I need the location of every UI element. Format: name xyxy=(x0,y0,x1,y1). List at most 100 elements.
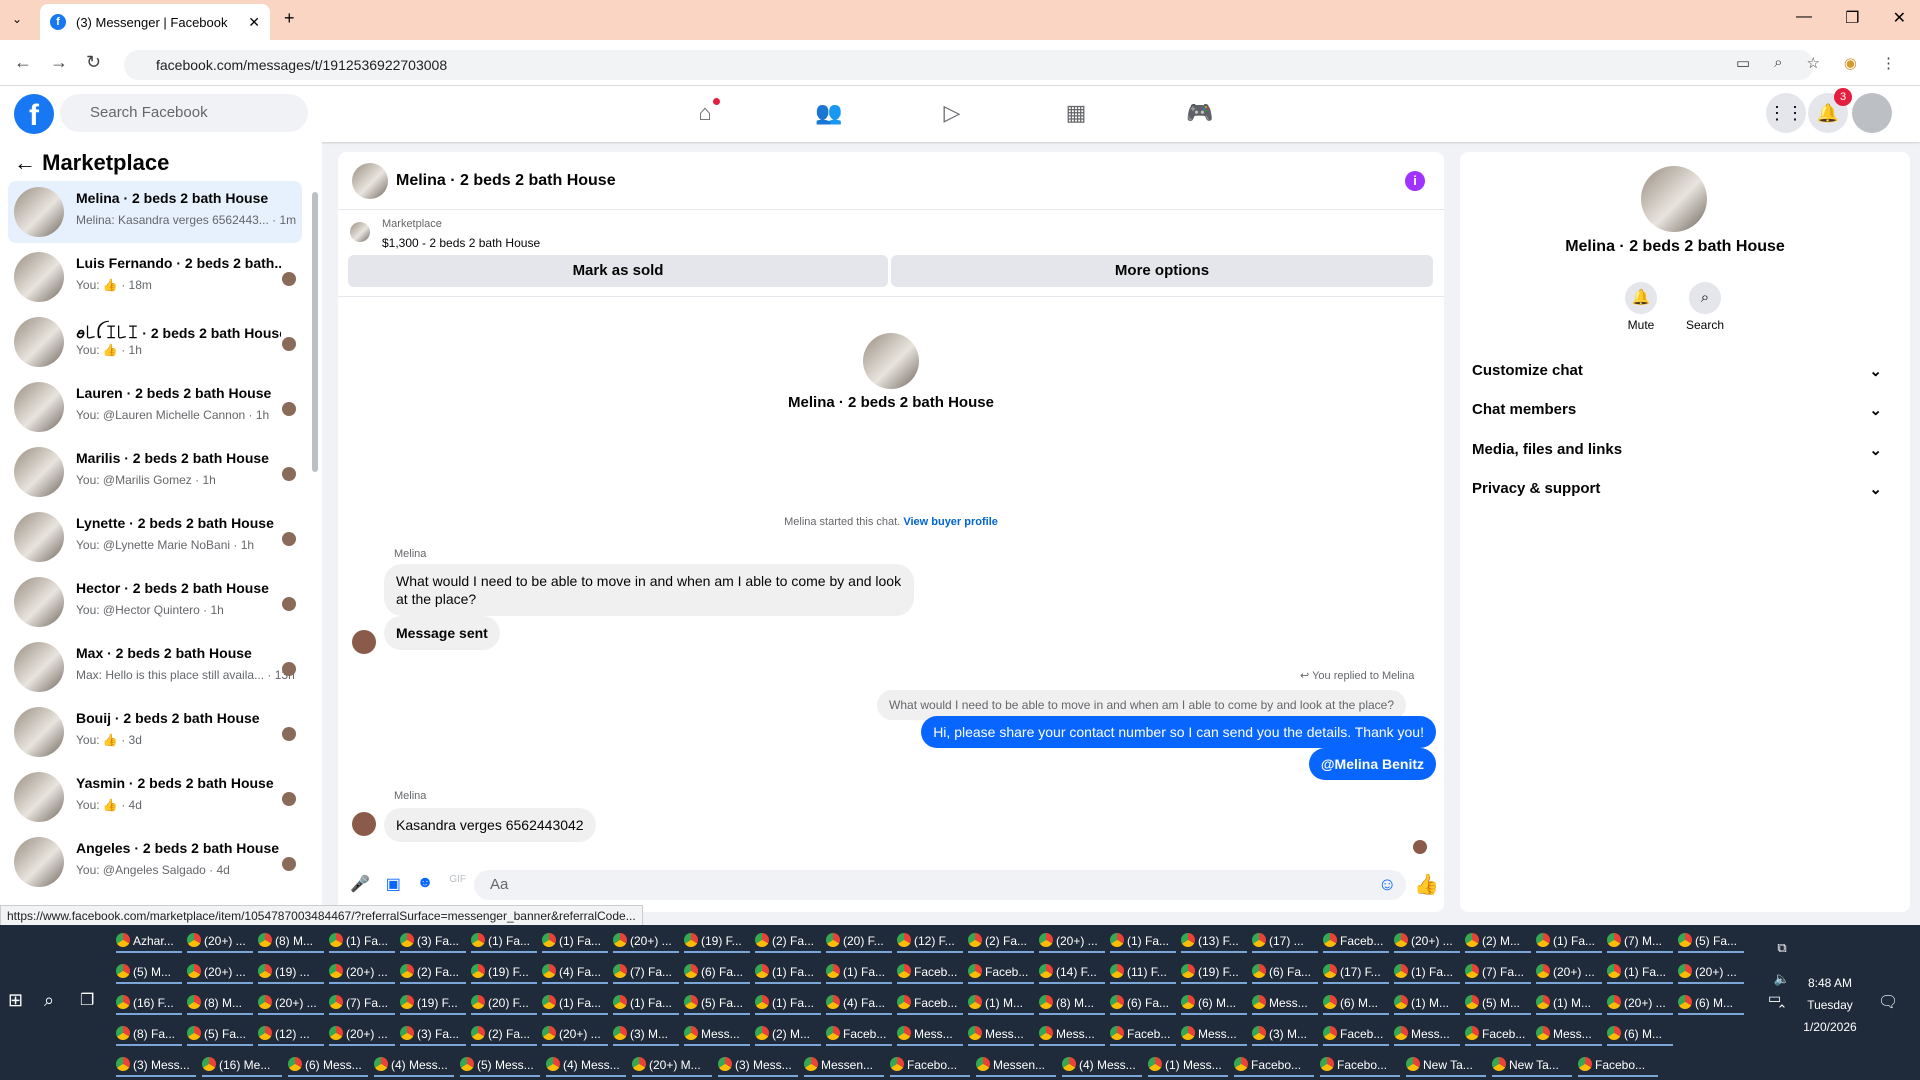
conversation-item[interactable]: Lynette · 2 beds 2 bath House You: @Lynet… xyxy=(8,506,302,568)
window-controls[interactable]: — ❐ ✕ xyxy=(1796,8,1906,28)
taskbar-search-icon[interactable]: ⌕ xyxy=(44,990,54,1011)
incoming-message[interactable]: What would I need to be able to move in … xyxy=(384,564,914,616)
incoming-message[interactable]: Kasandra verges 6562443042 xyxy=(384,808,596,842)
taskbar-window-button[interactable]: (16) F... xyxy=(116,991,182,1015)
taskbar-window-button[interactable]: (8) M... xyxy=(187,991,253,1015)
conversation-item[interactable]: Angeles · 2 beds 2 bath House You: @Angel… xyxy=(8,831,302,893)
taskbar-window-button[interactable]: (19) F... xyxy=(400,991,466,1015)
mute-icon[interactable]: 🔔 xyxy=(1625,282,1657,314)
taskbar-window-button[interactable]: Azhar... xyxy=(116,929,182,953)
taskbar-window-button[interactable]: Facebo... xyxy=(1320,1053,1400,1077)
chat-members-section[interactable]: Chat members ⌄ xyxy=(1472,401,1882,419)
outgoing-message[interactable]: @Melina Benitz xyxy=(1308,748,1436,780)
menu-grid-icon[interactable]: ⋮⋮ xyxy=(1766,93,1806,133)
taskbar-window-button[interactable]: (1) Fa... xyxy=(471,929,537,953)
info-avatar[interactable] xyxy=(1641,166,1707,232)
conversation-item[interactable]: Lauren · 2 beds 2 bath House You: @Lauren… xyxy=(8,376,302,438)
task-view-icon[interactable]: ❐ xyxy=(80,990,94,1010)
taskbar-window-button[interactable]: (8) M... xyxy=(258,929,324,953)
customize-chat-section[interactable]: Customize chat ⌄ xyxy=(1472,362,1882,380)
taskbar-window-button[interactable]: (2) Fa... xyxy=(471,1022,537,1046)
chat-avatar[interactable] xyxy=(352,163,388,199)
taskbar-window-button[interactable]: (6) Fa... xyxy=(1110,991,1176,1015)
taskbar-window-button[interactable]: Messen... xyxy=(804,1053,884,1077)
chat-title[interactable]: Melina · 2 beds 2 bath House xyxy=(396,172,616,190)
taskbar-window-button[interactable]: (14) F... xyxy=(1039,960,1105,984)
more-options-button[interactable]: More options xyxy=(891,255,1433,287)
taskbar-window-button[interactable]: (6) M... xyxy=(1678,991,1744,1015)
taskbar-window-button[interactable]: (6) M... xyxy=(1181,991,1247,1015)
taskbar-window-button[interactable]: (1) Fa... xyxy=(755,991,821,1015)
center-avatar[interactable] xyxy=(863,333,919,389)
friends-icon[interactable]: 👥 xyxy=(815,100,843,126)
taskbar-window-button[interactable]: (1) M... xyxy=(1536,991,1602,1015)
taskbar-window-button[interactable]: (1) Mess... xyxy=(1148,1053,1228,1077)
taskbar-window-button[interactable]: (4) Fa... xyxy=(542,960,608,984)
taskbar-window-button[interactable]: (20+) ... xyxy=(187,960,253,984)
conversation-item[interactable]: Bouij · 2 beds 2 bath House You: 👍 · 3d xyxy=(8,701,302,763)
taskbar-window-button[interactable]: (5) M... xyxy=(116,960,182,984)
taskbar-window-button[interactable]: (12) ... xyxy=(258,1022,324,1046)
back-arrow-icon[interactable]: ← xyxy=(14,150,36,175)
taskbar-window-button[interactable]: (20+) ... xyxy=(613,929,679,953)
taskbar-window-button[interactable]: (13) F... xyxy=(1181,929,1247,953)
taskbar-window-button[interactable]: (3) Mess... xyxy=(116,1053,196,1077)
privacy-support-section[interactable]: Privacy & support ⌄ xyxy=(1472,480,1882,498)
taskbar-window-button[interactable]: (1) Fa... xyxy=(542,991,608,1015)
taskbar-window-button[interactable]: (19) F... xyxy=(1181,960,1247,984)
taskbar-window-button[interactable]: (7) Fa... xyxy=(1465,960,1531,984)
taskbar-window-button[interactable]: (20+) ... xyxy=(1678,960,1744,984)
taskbar-window-button[interactable]: Faceb... xyxy=(826,1022,892,1046)
taskbar-window-button[interactable]: (2) M... xyxy=(755,1022,821,1046)
conversation-item[interactable]: Yasmin · 2 beds 2 bath House You: 👍 · 4d xyxy=(8,766,302,828)
outgoing-message[interactable]: Hi, please share your contact number so … xyxy=(921,716,1436,748)
search-conversation-icon[interactable]: ⌕ xyxy=(1689,282,1721,314)
url-field[interactable]: facebook.com/messages/t/1912536922703008 xyxy=(124,50,1814,80)
taskbar-window-button[interactable]: (1) Fa... xyxy=(613,991,679,1015)
taskbar-window-button[interactable]: (3) Fa... xyxy=(400,1022,466,1046)
taskbar-window-button[interactable]: New Ta... xyxy=(1492,1053,1572,1077)
taskbar-window-button[interactable]: (20+) ... xyxy=(1394,929,1460,953)
taskbar-window-button[interactable]: Faceb... xyxy=(1110,1022,1176,1046)
taskbar-window-button[interactable]: (20) F... xyxy=(826,929,892,953)
taskbar-window-button[interactable]: (20+) ... xyxy=(1536,960,1602,984)
taskbar-window-button[interactable]: Faceb... xyxy=(968,960,1034,984)
media-files-section[interactable]: Media, files and links ⌄ xyxy=(1472,441,1882,459)
taskbar-window-button[interactable]: (1) Fa... xyxy=(1394,960,1460,984)
toolbar-icons[interactable]: ▭ ⌕ ☆ ◉ ⋮ xyxy=(1736,54,1896,72)
taskbar-window-button[interactable]: Facebo... xyxy=(1578,1053,1658,1077)
taskbar-window-button[interactable]: (5) M... xyxy=(1465,991,1531,1015)
new-tab-icon[interactable]: + xyxy=(284,8,295,29)
composer-actions[interactable]: 🎤 ▣ ☻ GIF xyxy=(350,874,466,894)
taskbar-window-button[interactable]: Mess... xyxy=(1536,1022,1602,1046)
taskbar-window-button[interactable]: (5) Fa... xyxy=(684,991,750,1015)
taskbar-window-button[interactable]: (20+) ... xyxy=(329,1022,395,1046)
taskbar-window-button[interactable]: (20+) ... xyxy=(1039,929,1105,953)
taskbar-window-button[interactable]: (7) Fa... xyxy=(329,991,395,1015)
taskbar-window-button[interactable]: (20+) M... xyxy=(632,1053,712,1077)
taskbar-window-button[interactable]: Mess... xyxy=(1252,991,1318,1015)
taskbar-window-button[interactable]: (1) Fa... xyxy=(755,960,821,984)
taskbar-window-button[interactable]: Mess... xyxy=(1039,1022,1105,1046)
reload-icon[interactable]: ↻ xyxy=(86,52,101,73)
back-icon[interactable]: ← xyxy=(14,52,32,73)
taskbar-window-button[interactable]: (1) M... xyxy=(968,991,1034,1015)
taskbar-window-button[interactable]: Mess... xyxy=(897,1022,963,1046)
taskbar-window-button[interactable]: (3) M... xyxy=(1252,1022,1318,1046)
taskbar-window-button[interactable]: Facebo... xyxy=(890,1053,970,1077)
conversation-item[interactable]: Hector · 2 beds 2 bath House You: @Hector… xyxy=(8,571,302,633)
taskbar-window-button[interactable]: (1) Fa... xyxy=(542,929,608,953)
taskbar-window-button[interactable]: (3) M... xyxy=(613,1022,679,1046)
taskbar-window-button[interactable]: (1) M... xyxy=(1394,991,1460,1015)
mark-as-sold-button[interactable]: Mark as sold xyxy=(348,255,888,287)
taskbar-window-button[interactable]: Faceb... xyxy=(1323,929,1389,953)
sender-avatar[interactable] xyxy=(352,812,376,836)
sender-avatar[interactable] xyxy=(352,630,376,654)
taskbar-window-button[interactable]: (7) Fa... xyxy=(613,960,679,984)
account-avatar[interactable] xyxy=(1852,93,1892,133)
video-icon[interactable]: ▷ xyxy=(938,100,966,126)
incoming-message[interactable]: Message sent xyxy=(384,616,500,650)
taskbar-window-button[interactable]: (1) Fa... xyxy=(1536,929,1602,953)
forward-icon[interactable]: → xyxy=(50,52,68,73)
tab-list-icon[interactable]: ⌄ xyxy=(12,12,22,26)
